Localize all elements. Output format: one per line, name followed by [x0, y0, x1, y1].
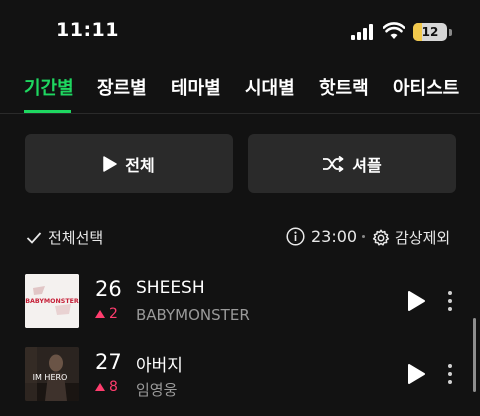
status-bar: 11:11 12 [0, 0, 480, 62]
shuffle-button[interactable]: 셔플 [248, 134, 456, 193]
cellular-signal-icon [351, 24, 375, 40]
song-artist[interactable]: 임영웅 [136, 379, 177, 400]
shuffle-icon [323, 155, 344, 172]
album-art-image: BABYMONSTER [25, 274, 79, 328]
song-title: SHEESH [136, 278, 205, 298]
gear-icon [372, 229, 390, 246]
rank-change-value: 2 [109, 306, 118, 322]
song-rank: 27 [95, 350, 122, 374]
rank-change: 2 [95, 306, 118, 322]
scrollbar[interactable] [473, 318, 476, 392]
rank-change-value: 8 [109, 379, 118, 395]
song-row[interactable]: IM HERO 27 8 아버지 임영웅 [0, 347, 480, 411]
song-artist[interactable]: BABYMONSTER [136, 306, 250, 324]
tab-theme[interactable]: 테마별 [171, 74, 221, 100]
exclude-listening-button[interactable]: 감상제외 [372, 227, 450, 248]
select-all-label: 전체선택 [48, 229, 104, 247]
tab-era[interactable]: 시대별 [245, 74, 295, 100]
play-song-icon[interactable] [406, 363, 426, 385]
song-title: 아버지 [136, 356, 183, 376]
chart-tabs: 기간별 장르별 테마별 시대별 핫트랙 아티스트 [0, 62, 480, 114]
tab-artist[interactable]: 아티스트 [393, 74, 459, 100]
active-tab-indicator [24, 110, 71, 113]
more-options-icon[interactable] [446, 361, 454, 387]
separator-dot [362, 235, 365, 238]
more-options-icon[interactable] [446, 288, 454, 314]
tab-hottrack[interactable]: 핫트랙 [319, 74, 369, 100]
play-all-label: 전체 [125, 155, 155, 175]
rank-change: 8 [95, 379, 118, 395]
tab-genre[interactable]: 장르별 [97, 74, 147, 100]
select-all-button[interactable]: 전체선택 [26, 227, 103, 248]
play-all-button[interactable]: 전체 [25, 134, 233, 193]
chart-time: 23:00 [311, 227, 358, 246]
battery-nub [449, 29, 452, 36]
wifi-icon [383, 22, 405, 39]
rank-up-icon [95, 310, 105, 318]
album-art-text: IM HERO [33, 373, 68, 382]
chart-time-info[interactable]: 23:00 [286, 227, 357, 246]
album-art-text: BABYMONSTER [25, 298, 79, 305]
exclude-label: 감상제외 [395, 229, 451, 247]
list-controls: 전체선택 23:00 감상제외 [0, 220, 480, 254]
battery-icon: 12 [413, 23, 447, 41]
album-art[interactable]: IM HERO [25, 347, 79, 401]
status-time: 11:11 [56, 19, 119, 41]
shuffle-label: 셔플 [352, 155, 382, 175]
song-row[interactable]: BABYMONSTER 26 2 SHEESH BABYMONSTER [0, 274, 480, 338]
play-icon [103, 155, 118, 172]
play-song-icon[interactable] [406, 290, 426, 312]
tab-period[interactable]: 기간별 [24, 74, 74, 100]
album-art[interactable]: BABYMONSTER [25, 274, 79, 328]
info-icon [286, 227, 305, 246]
rank-up-icon [95, 383, 105, 391]
check-icon [26, 231, 42, 244]
battery-percent: 12 [421, 25, 439, 39]
album-art-image: IM HERO [25, 347, 79, 401]
song-rank: 26 [95, 277, 122, 301]
